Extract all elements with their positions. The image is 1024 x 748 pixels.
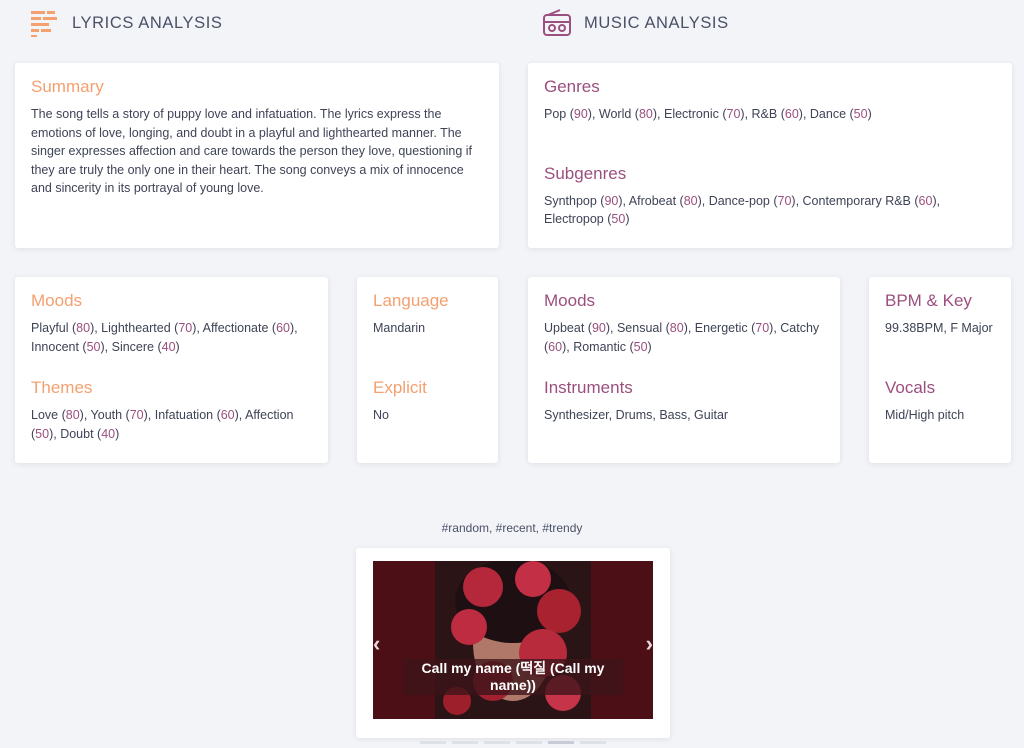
bpm-value: 99.38BPM, F Major	[885, 321, 993, 335]
list-item-name: Electropop (	[544, 212, 612, 226]
list-item-score: 70	[178, 321, 193, 335]
list-item-score: 80	[76, 321, 91, 335]
vocals-heading: Vocals	[885, 377, 936, 397]
list-item-name: Sensual (	[616, 321, 670, 335]
list-item-name: Electronic (	[663, 107, 727, 121]
summary-text: The song tells a story of puppy love and…	[31, 107, 473, 195]
list-item-name: R&B (	[751, 107, 785, 121]
tag-list[interactable]: #random, #recent, #trendy	[0, 521, 1024, 535]
lyrics-moods-card: Moods Playful (80), Lighthearted (70), A…	[15, 277, 328, 463]
subgenres-heading: Subgenres	[544, 163, 627, 183]
subgenres-list: Synthpop (90), Afrobeat (80), Dance-pop …	[544, 193, 941, 227]
list-item-name: Love (	[31, 408, 66, 422]
list-item-name: Affectionate (	[202, 321, 277, 335]
summary-heading: Summary	[31, 77, 104, 96]
genres-card: Genres Pop (90), World (80), Electronic …	[528, 63, 1012, 248]
list-item-name: World (	[598, 107, 639, 121]
list-item-score: 90	[573, 107, 588, 121]
music-moods-heading: Moods	[544, 291, 596, 310]
themes-heading: Themes	[31, 378, 93, 397]
list-item-name: Contemporary R&B (	[802, 193, 919, 208]
list-item-score: 40	[101, 426, 116, 441]
list-item-name: Infatuation (	[154, 408, 221, 422]
list-item-name: Sincere (	[111, 339, 162, 354]
language-heading: Language	[373, 291, 449, 310]
themes-list: Love (80), Youth (70), Infatuation (60),…	[31, 408, 294, 441]
list-item-score: 80	[683, 193, 698, 208]
list-item-name: Playful (	[31, 321, 77, 335]
list-item-score: 90	[591, 321, 606, 335]
list-item-score: 70	[726, 107, 741, 121]
list-item-name: Lighthearted (	[101, 321, 179, 335]
list-item-name: Upbeat (	[544, 321, 592, 335]
genres-heading: Genres	[544, 77, 600, 96]
song-slide[interactable]: ‹ › Call my name (떡질 (Call my name))	[373, 561, 653, 719]
carousel-next-button[interactable]: ›	[646, 631, 653, 657]
bpm-heading: BPM & Key	[885, 291, 972, 310]
carousel-indicator[interactable]	[452, 741, 478, 744]
list-item-name: Doubt (	[60, 426, 102, 441]
summary-card: Summary The song tells a story of puppy …	[15, 63, 499, 248]
lines-icon	[31, 11, 57, 37]
list-item-score: 80	[65, 408, 80, 422]
lyrics-analysis-header: LYRICS ANALYSIS	[30, 8, 223, 38]
list-item-score: 50	[35, 426, 50, 441]
list-item-name: Afrobeat (	[628, 193, 684, 208]
lyrics-analysis-title: LYRICS ANALYSIS	[72, 13, 223, 32]
list-item-score: 60	[784, 107, 799, 121]
list-item-score: 80	[669, 321, 684, 335]
radio-icon	[543, 9, 571, 36]
carousel-prev-button[interactable]: ‹	[373, 631, 380, 657]
list-item-name: Pop (	[544, 107, 574, 121]
instruments-heading: Instruments	[544, 378, 633, 397]
list-item-name: Dance (	[809, 107, 854, 121]
genres-list: Pop (90), World (80), Electronic (70), R…	[544, 107, 872, 121]
carousel-indicator[interactable]	[580, 741, 606, 744]
list-item-score: 60	[548, 339, 563, 354]
list-item-name: Innocent (	[31, 339, 87, 354]
list-item-score: 60	[918, 193, 933, 208]
list-item-score: 70	[129, 408, 144, 422]
list-item-score: 70	[755, 321, 770, 335]
list-item-score: 70	[777, 193, 792, 208]
bpm-card: BPM & Key 99.38BPM, F Major Vocals Mid/H…	[869, 277, 1011, 463]
list-item-score: 50	[611, 212, 626, 226]
language-card: Language Mandarin Explicit No	[357, 277, 498, 463]
album-art	[373, 561, 653, 719]
instruments-value: Synthesizer, Drums, Bass, Guitar	[544, 408, 729, 422]
list-item-score: 90	[604, 193, 619, 208]
explicit-value: No	[373, 407, 389, 422]
list-item-score: 50	[633, 339, 648, 354]
list-item-score: 50	[853, 107, 868, 121]
music-analysis-title: MUSIC ANALYSIS	[584, 13, 729, 32]
list-item-name: Synthpop (	[544, 193, 605, 208]
list-item-name: Energetic (	[694, 321, 756, 335]
music-analysis-header: MUSIC ANALYSIS	[542, 8, 729, 38]
list-item-score: 40	[161, 339, 176, 354]
lyrics-moods-list: Playful (80), Lighthearted (70), Affecti…	[31, 321, 298, 354]
explicit-heading: Explicit	[373, 377, 427, 397]
language-value: Mandarin	[373, 321, 426, 335]
carousel-indicator[interactable]	[548, 741, 574, 744]
song-carousel: ‹ › Call my name (떡질 (Call my name))	[356, 548, 670, 738]
list-item-name: Dance-pop (	[708, 193, 778, 208]
list-item-score: 50	[86, 339, 101, 354]
music-moods-list: Upbeat (90), Sensual (80), Energetic (70…	[544, 321, 820, 354]
list-item-name: Youth (	[90, 408, 130, 422]
vocals-value: Mid/High pitch	[885, 407, 965, 422]
list-item-score: 60	[220, 408, 235, 422]
carousel-indicator[interactable]	[516, 741, 542, 744]
carousel-indicator[interactable]	[420, 741, 446, 744]
list-item-name: Romantic (	[573, 339, 634, 354]
list-item-score: 60	[276, 321, 290, 335]
lyrics-moods-heading: Moods	[31, 291, 83, 310]
music-moods-card: Moods Upbeat (90), Sensual (80), Energet…	[528, 277, 840, 463]
carousel-indicator[interactable]	[484, 741, 510, 744]
list-item-score: 80	[638, 107, 653, 121]
carousel-indicators	[420, 741, 606, 744]
song-caption[interactable]: Call my name (떡질 (Call my name))	[403, 659, 623, 695]
